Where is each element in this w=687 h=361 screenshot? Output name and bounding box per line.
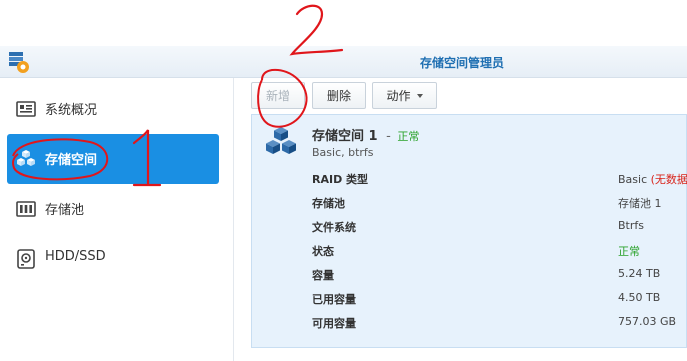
detail-value: Btrfs <box>618 219 644 232</box>
sidebar-item-volume[interactable]: 存储空间 <box>7 134 219 184</box>
detail-row-used-capacity: 已用容量 4.50 TB <box>312 291 687 311</box>
detail-value: 5.24 TB <box>618 267 661 280</box>
hdd-icon <box>17 249 35 269</box>
sidebar-item-storage-pool[interactable]: 存储池 <box>7 184 219 234</box>
sidebar-item-label: 存储池 <box>45 203 85 218</box>
chevron-down-icon <box>416 93 423 98</box>
detail-value: 正常 <box>618 245 640 258</box>
overview-icon <box>16 101 36 117</box>
volume-subtitle: Basic, btrfs <box>312 146 374 159</box>
screen-top-blank <box>0 0 687 46</box>
detail-row-available-capacity: 可用容量 757.03 GB <box>312 315 687 335</box>
detail-key: 文件系统 <box>312 221 356 234</box>
action-button-label: 动作 <box>386 89 411 103</box>
detail-row-status: 状态 正常 <box>312 243 687 263</box>
detail-row-file-system: 文件系统 Btrfs <box>312 219 687 239</box>
detail-value: Basic (无数据 <box>618 171 687 187</box>
storage-pool-icon <box>16 201 36 217</box>
sidebar-item-hdd-ssd[interactable]: HDD/SSD <box>7 234 219 284</box>
sidebar-item-label: 系统概况 <box>45 103 98 118</box>
volume-cubes-icon <box>17 150 35 166</box>
detail-row-raid-type: RAID 类型 Basic (无数据 <box>312 171 687 191</box>
volume-name: 存储空间 1 <box>312 129 378 144</box>
main-content: 新增 删除 动作 存储空间 1 - 正常 Basic, btrfs RAID 类… <box>235 78 687 361</box>
detail-value: 存储池 1 <box>618 197 662 210</box>
detail-value: 757.03 GB <box>618 315 677 328</box>
volume-status: 正常 <box>397 130 420 143</box>
detail-key: 可用容量 <box>312 317 356 330</box>
detail-value: 4.50 TB <box>618 291 661 304</box>
sidebar: 系统概况 存储空间 存储池 HDD/SSD <box>0 78 234 361</box>
volume-cubes-icon <box>266 127 296 154</box>
delete-button[interactable]: 删除 <box>312 82 366 109</box>
sidebar-item-label: 存储空间 <box>45 153 98 168</box>
volume-card[interactable]: 存储空间 1 - 正常 Basic, btrfs RAID 类型 Basic (… <box>251 114 687 348</box>
detail-key: 状态 <box>312 245 334 258</box>
delete-button-label: 删除 <box>326 89 351 103</box>
create-button[interactable]: 新增 <box>251 82 305 109</box>
detail-row-capacity: 容量 5.24 TB <box>312 267 687 287</box>
detail-key: 存储池 <box>312 197 345 210</box>
detail-key: 容量 <box>312 269 334 282</box>
sidebar-item-overview[interactable]: 系统概况 <box>7 84 219 134</box>
detail-key: 已用容量 <box>312 293 356 306</box>
storage-manager-icon <box>9 52 29 73</box>
volume-separator: - <box>386 129 391 144</box>
action-dropdown-button[interactable]: 动作 <box>372 82 437 109</box>
detail-value-note: (无数据 <box>650 173 687 186</box>
create-button-label: 新增 <box>265 89 290 103</box>
detail-key: RAID 类型 <box>312 173 369 186</box>
sidebar-item-label: HDD/SSD <box>45 249 106 264</box>
detail-value-text: Basic <box>618 173 648 186</box>
detail-row-storage-pool: 存储池 存储池 1 <box>312 195 687 215</box>
window-titlebar: 存储空间管理员 <box>0 46 687 78</box>
volume-title: 存储空间 1 - 正常 <box>312 125 419 144</box>
window-title: 存储空间管理员 <box>420 56 505 70</box>
